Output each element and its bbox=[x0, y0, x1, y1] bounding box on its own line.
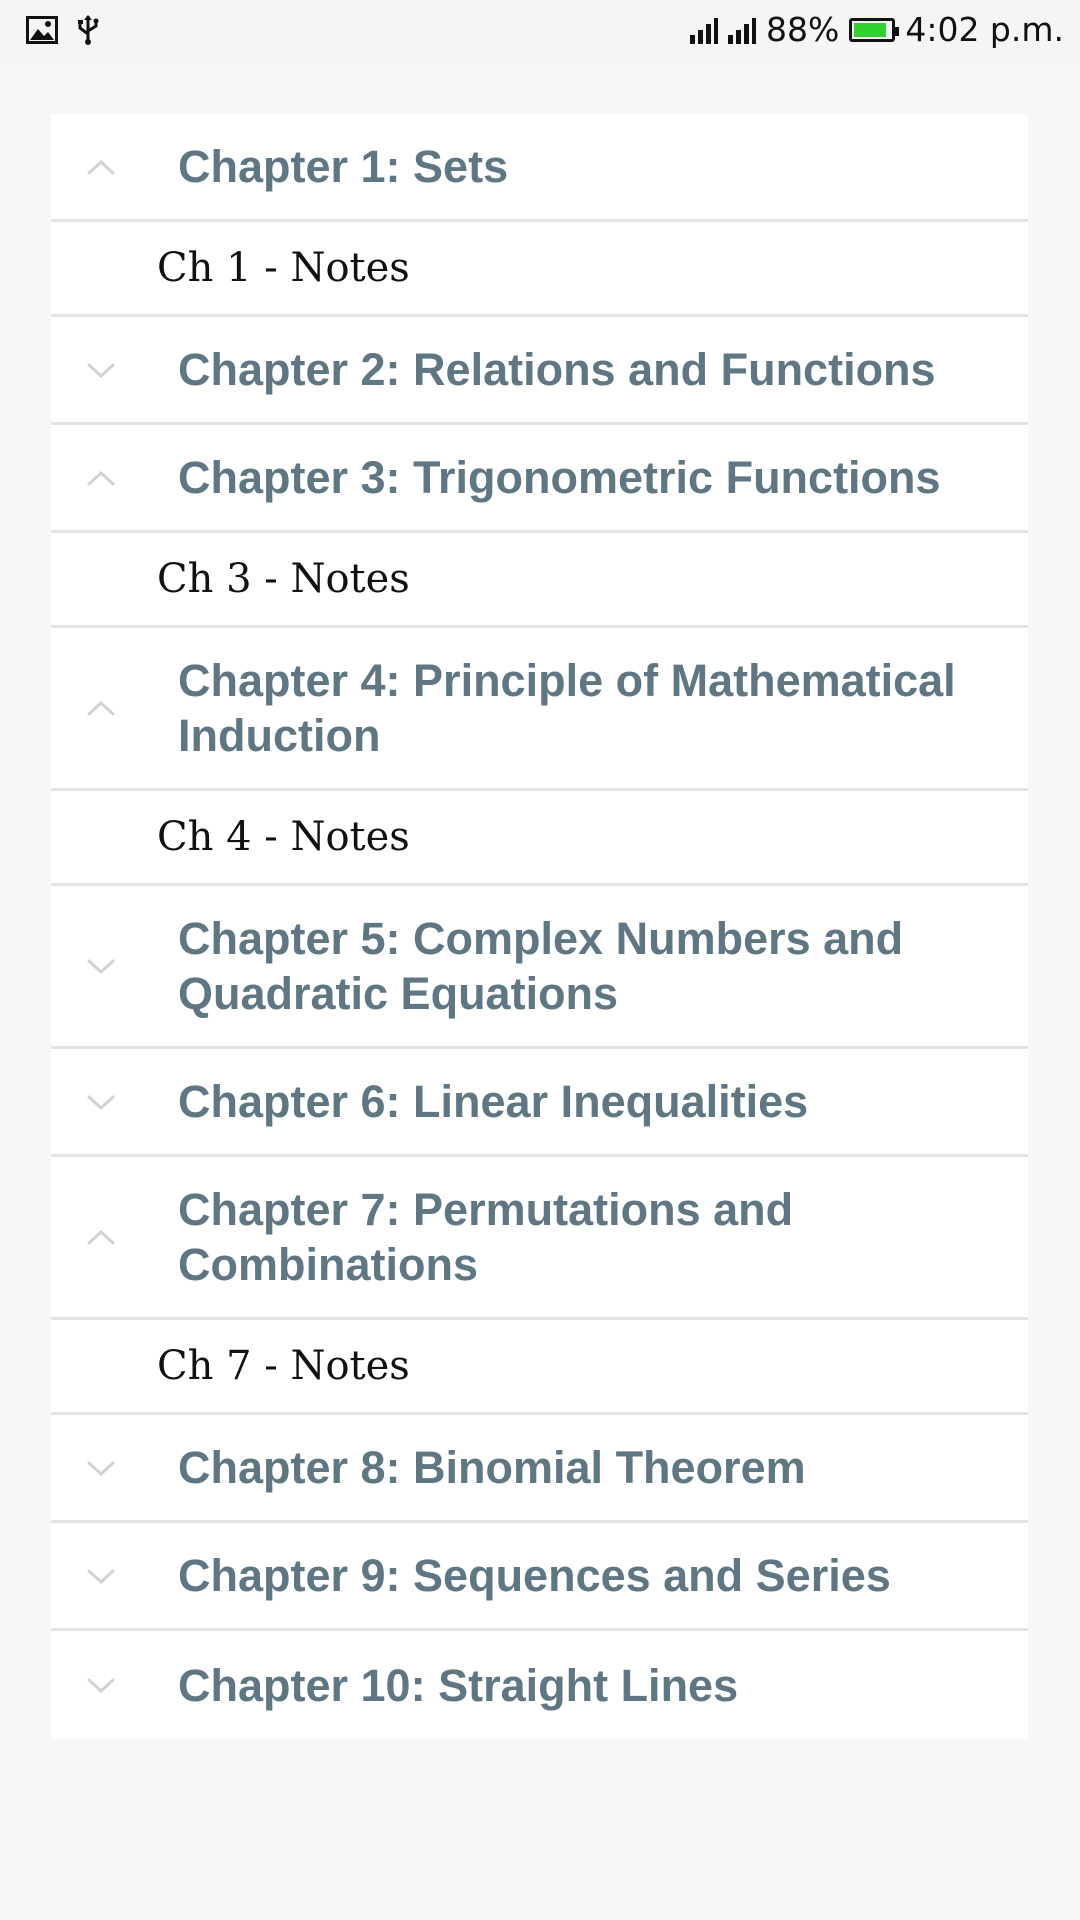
notes-item[interactable]: Ch 4 - Notes bbox=[51, 791, 1028, 886]
usb-icon bbox=[76, 14, 100, 51]
chapter-row[interactable]: Chapter 4: Principle of Mathematical Ind… bbox=[51, 628, 1028, 791]
chapter-title: Chapter 9: Sequences and Series bbox=[178, 1550, 891, 1601]
chevron-down-icon bbox=[85, 1452, 117, 1484]
chevron-up-icon bbox=[85, 692, 117, 724]
notes-label: Ch 4 - Notes bbox=[157, 814, 410, 860]
chapter-row[interactable]: Chapter 2: Relations and Functions bbox=[51, 317, 1028, 425]
status-right-icons: 88% 4:02 p.m. bbox=[689, 10, 1064, 49]
status-bar: 88% 4:02 p.m. bbox=[0, 0, 1080, 62]
chevron-up-icon bbox=[85, 1221, 117, 1253]
chevron-down-icon bbox=[85, 1086, 117, 1118]
chapter-row[interactable]: Chapter 6: Linear Inequalities bbox=[51, 1049, 1028, 1157]
chapter-title: Chapter 8: Binomial Theorem bbox=[178, 1442, 806, 1493]
notes-item[interactable]: Ch 1 - Notes bbox=[51, 222, 1028, 317]
chevron-down-icon bbox=[85, 1560, 117, 1592]
chapter-title: Chapter 2: Relations and Functions bbox=[178, 344, 936, 395]
chapter-title: Chapter 6: Linear Inequalities bbox=[178, 1076, 809, 1127]
battery-icon bbox=[849, 17, 900, 42]
chapter-title: Chapter 7: Permutations and Combinations bbox=[178, 1184, 794, 1290]
chapter-row[interactable]: Chapter 9: Sequences and Series bbox=[51, 1523, 1028, 1631]
signal-icon bbox=[689, 16, 718, 44]
chapter-row[interactable]: Chapter 8: Binomial Theorem bbox=[51, 1415, 1028, 1523]
status-left-icons bbox=[26, 14, 100, 51]
chevron-down-icon bbox=[85, 354, 117, 386]
chevron-up-icon bbox=[85, 151, 117, 183]
chapter-row[interactable]: Chapter 10: Straight Lines bbox=[51, 1631, 1028, 1739]
notes-item[interactable]: Ch 3 - Notes bbox=[51, 533, 1028, 628]
notes-label: Ch 1 - Notes bbox=[157, 245, 410, 291]
chapter-title: Chapter 10: Straight Lines bbox=[178, 1659, 739, 1711]
notes-label: Ch 7 - Notes bbox=[157, 1343, 410, 1389]
chapter-row[interactable]: Chapter 7: Permutations and Combinations bbox=[51, 1157, 1028, 1320]
chapter-row[interactable]: Chapter 3: Trigonometric Functions bbox=[51, 425, 1028, 533]
chevron-down-icon bbox=[85, 950, 117, 982]
chapter-title: Chapter 5: Complex Numbers and Quadratic… bbox=[178, 913, 904, 1019]
chapter-title: Chapter 4: Principle of Mathematical Ind… bbox=[178, 655, 956, 761]
image-icon bbox=[26, 16, 58, 49]
battery-fill bbox=[854, 22, 886, 37]
chapter-title: Chapter 3: Trigonometric Functions bbox=[178, 452, 941, 503]
signal-icon bbox=[727, 16, 756, 44]
clock: 4:02 p.m. bbox=[905, 10, 1064, 49]
chevron-up-icon bbox=[85, 462, 117, 494]
notes-label: Ch 3 - Notes bbox=[157, 556, 410, 602]
chapter-row[interactable]: Chapter 5: Complex Numbers and Quadratic… bbox=[51, 886, 1028, 1049]
notes-item[interactable]: Ch 7 - Notes bbox=[51, 1320, 1028, 1415]
chevron-down-icon bbox=[85, 1669, 117, 1701]
chapter-title: Chapter 1: Sets bbox=[178, 141, 509, 192]
battery-percent: 88% bbox=[765, 10, 840, 49]
chapter-list: Chapter 1: Sets Ch 1 - Notes Chapter 2: … bbox=[51, 114, 1028, 1739]
chapter-row[interactable]: Chapter 1: Sets bbox=[51, 114, 1028, 222]
